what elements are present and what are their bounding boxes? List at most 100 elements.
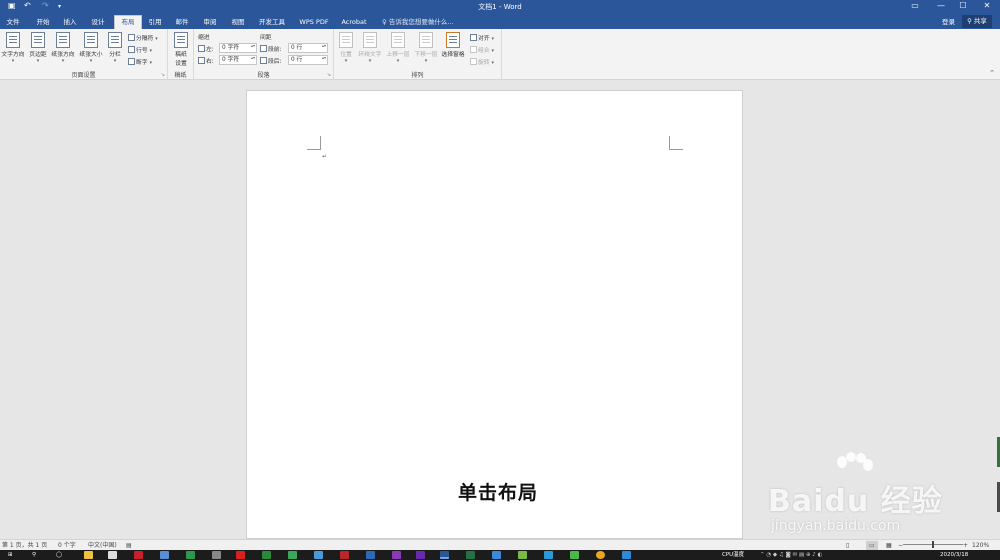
breaks-button[interactable]: 分隔符 ▾ [128, 33, 158, 42]
indent-right-icon [198, 57, 205, 64]
app-icon[interactable] [262, 551, 271, 559]
hyphenation-button[interactable]: 断字 ▾ [128, 57, 152, 66]
selection-pane-label: 选择窗格 [441, 52, 465, 58]
text-direction-button[interactable]: 文字方向 ▾ [1, 32, 25, 64]
tab-developer[interactable]: 开发工具 [254, 16, 290, 29]
position-button[interactable]: 位置 ▾ [336, 32, 356, 64]
clock-date[interactable]: 2020/3/18 [940, 551, 968, 559]
watermark-url: jingyan.baidu.com [771, 518, 901, 534]
indent-left-input[interactable]: 0 字符 [219, 43, 257, 53]
indent-heading: 缩进 [198, 35, 210, 41]
app-icon[interactable] [544, 551, 553, 559]
dialog-launcher-icon[interactable]: ↘ [161, 72, 165, 78]
ribbon: 文字方向 ▾ 页边距 ▾ 纸张方向 ▾ 纸张大小 ▾ 分栏 ▾ 分隔符 ▾ 行号 ▾ 断字… [0, 29, 1000, 80]
group-arrange: 位置 ▾ 环绕文字 ▾ 上移一层 ▾ 下移一层 ▾ 选择窗格 对齐 ▾ 组合 ▾ 旋转 … [334, 29, 502, 80]
language-indicator[interactable]: 中文(中国) [88, 541, 117, 550]
draft-paper-button[interactable]: 稿纸 设置 [171, 32, 191, 67]
app-icon[interactable] [212, 551, 221, 559]
send-backward-button[interactable]: 下移一层 ▾ [413, 32, 439, 64]
orientation-button[interactable]: 纸张方向 ▾ [50, 32, 76, 64]
read-mode-icon[interactable]: ▯ [846, 541, 849, 550]
maximize-icon[interactable]: ☐ [952, 1, 974, 10]
ribbon-display-icon[interactable]: ▭ [904, 1, 926, 10]
chrome-icon[interactable] [596, 551, 605, 559]
app-icon[interactable] [622, 551, 631, 559]
spacing-after-input[interactable]: 0 行 [288, 55, 328, 65]
app-icon[interactable] [134, 551, 143, 559]
tab-layout[interactable]: 布局 [114, 15, 142, 29]
rotate-icon [470, 58, 477, 65]
tab-mailings[interactable]: 邮件 [170, 16, 194, 29]
app-icon[interactable] [160, 551, 169, 559]
line-numbers-button[interactable]: 行号 ▾ [128, 45, 152, 54]
close-icon[interactable]: ✕ [976, 1, 998, 10]
task-view-icon[interactable]: ◯ [56, 551, 62, 559]
wrap-text-button[interactable]: 环绕文字 ▾ [357, 32, 383, 64]
cpu-temperature[interactable]: CPU温度 [722, 551, 744, 559]
tab-view[interactable]: 视图 [226, 16, 250, 29]
spacing-before-input[interactable]: 0 行 [288, 43, 328, 53]
app-icon[interactable] [108, 551, 117, 559]
zoom-slider-thumb[interactable] [932, 541, 934, 548]
wechat-icon[interactable] [570, 551, 579, 559]
tab-home[interactable]: 开始 [31, 16, 55, 29]
macro-record-icon[interactable]: ▤ [126, 541, 132, 550]
lightbulb-icon: ♀ [382, 18, 387, 26]
app-icon[interactable] [366, 551, 375, 559]
selection-pane-button[interactable]: 选择窗格 [440, 32, 466, 58]
group-page-setup: 文字方向 ▾ 页边距 ▾ 纸张方向 ▾ 纸张大小 ▾ 分栏 ▾ 分隔符 ▾ 行号 ▾ 断字… [0, 29, 168, 80]
draft-paper-line2: 设置 [175, 61, 187, 67]
app-icon[interactable] [416, 551, 425, 559]
tell-me-box[interactable]: ♀ 告诉我您想要做什么... [382, 16, 454, 28]
tab-wps-pdf[interactable]: WPS PDF [295, 16, 333, 29]
zoom-in-button[interactable]: + [963, 541, 968, 550]
word-count[interactable]: 0 个字 [58, 541, 76, 550]
word-icon[interactable] [440, 551, 449, 559]
tab-insert[interactable]: 插入 [58, 16, 82, 29]
search-icon[interactable]: ⚲ [32, 551, 36, 559]
bring-forward-button[interactable]: 上移一层 ▾ [385, 32, 411, 64]
indent-right-input[interactable]: 0 字符 [219, 55, 257, 65]
wrap-text-icon [363, 32, 377, 48]
app-icon[interactable] [288, 551, 297, 559]
app-icon[interactable] [186, 551, 195, 559]
tutorial-caption: 单击布局 [458, 482, 539, 504]
size-button[interactable]: 纸张大小 ▾ [78, 32, 104, 64]
tell-me-text: 告诉我您想要做什么... [388, 18, 454, 26]
tab-acrobat[interactable]: Acrobat [337, 16, 371, 29]
file-explorer-icon[interactable] [84, 551, 93, 559]
excel-icon[interactable] [466, 551, 475, 559]
share-button[interactable]: ⚲ 共享 [962, 15, 992, 28]
collapse-ribbon-icon[interactable]: ⌃ [989, 69, 995, 77]
app-icon[interactable] [314, 551, 323, 559]
text-direction-icon [6, 32, 20, 48]
margins-button[interactable]: 页边距 ▾ [27, 32, 49, 64]
app-icon[interactable] [492, 551, 501, 559]
app-icon[interactable] [518, 551, 527, 559]
tab-review[interactable]: 审阅 [198, 16, 222, 29]
page-count[interactable]: 第 1 页，共 1 页 [2, 541, 47, 550]
minimize-icon[interactable]: — [930, 1, 952, 10]
zoom-out-button[interactable]: − [898, 541, 903, 550]
indent-left-label: 左: [198, 44, 214, 53]
group-objects-button[interactable]: 组合 ▾ [470, 45, 494, 54]
web-layout-icon[interactable]: ▦ [886, 541, 892, 550]
zoom-level[interactable]: 120% [972, 541, 989, 550]
columns-button[interactable]: 分栏 ▾ [106, 32, 124, 64]
start-icon[interactable]: ⊞ [8, 551, 13, 559]
dialog-launcher-icon[interactable]: ↘ [327, 72, 331, 78]
ribbon-tabs: 文件 开始 插入 设计 布局 引用 邮件 审阅 视图 开发工具 WPS PDF … [0, 14, 1000, 29]
tab-design[interactable]: 设计 [86, 16, 110, 29]
margin-corner-top-right [669, 136, 683, 150]
tab-references[interactable]: 引用 [143, 16, 167, 29]
align-button[interactable]: 对齐 ▾ [470, 33, 494, 42]
tray-icon[interactable]: ⌃ ◔ ◆ ♫ ◙ ✉ ▤ ⊕ ♪ ◐ [760, 551, 822, 559]
rotate-button[interactable]: 旋转 ▾ [470, 57, 494, 66]
document-page[interactable]: ↵ [246, 90, 743, 539]
sign-in-link[interactable]: 登录 [942, 16, 955, 28]
filezilla-icon[interactable] [236, 551, 245, 559]
app-icon[interactable] [392, 551, 401, 559]
print-layout-icon[interactable]: ▭ [866, 541, 878, 550]
tab-file[interactable]: 文件 [2, 16, 24, 29]
app-icon[interactable] [340, 551, 349, 559]
